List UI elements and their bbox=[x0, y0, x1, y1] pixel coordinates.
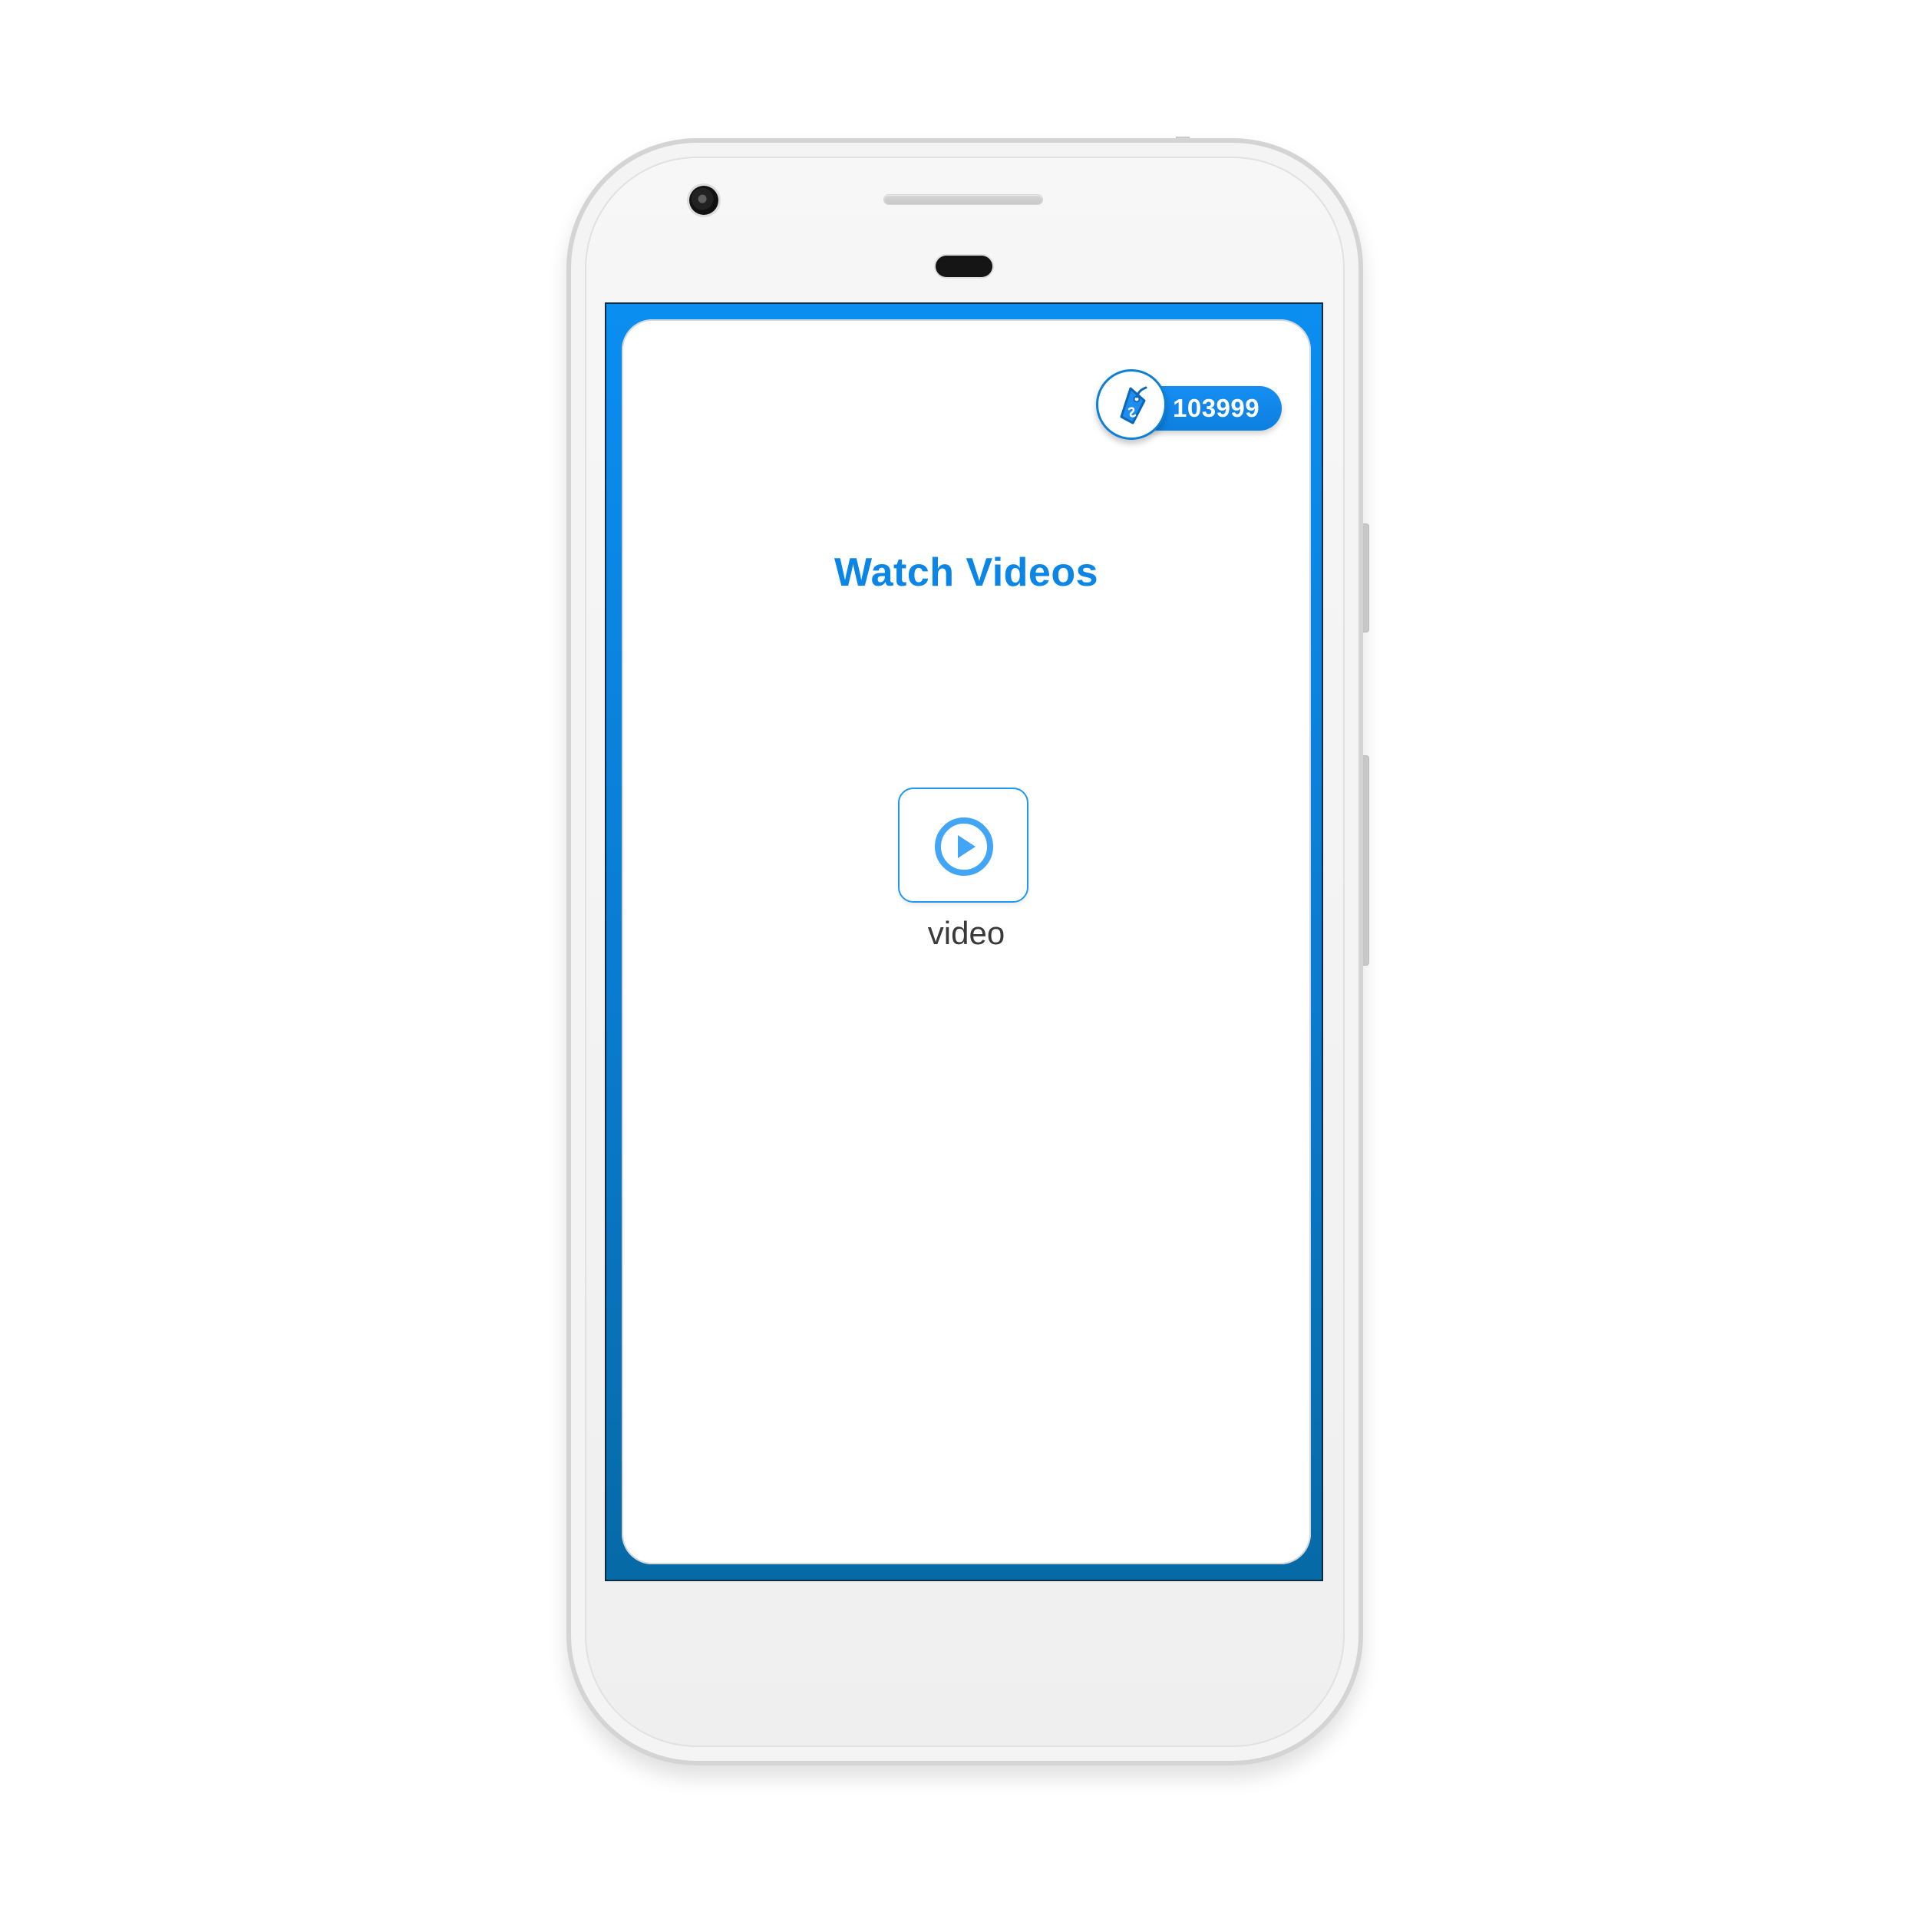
page: 103999 Watch Videos video bbox=[0, 0, 1928, 1932]
app-screen: 103999 Watch Videos video bbox=[622, 319, 1311, 1564]
page-title: Watch Videos bbox=[834, 550, 1099, 595]
coin-icon-circle bbox=[1096, 369, 1167, 440]
video-tile-label: video bbox=[927, 915, 1005, 951]
coin-balance-value: 103999 bbox=[1173, 394, 1260, 422]
play-circle-icon bbox=[935, 817, 993, 876]
proximity-sensor bbox=[936, 256, 992, 277]
phone-chin bbox=[605, 1581, 1323, 1678]
tag-icon bbox=[1120, 386, 1147, 424]
video-tile[interactable] bbox=[898, 788, 1028, 903]
coin-balance-badge[interactable]: 103999 bbox=[1096, 369, 1289, 446]
earpiece-speaker bbox=[884, 195, 1042, 204]
front-camera bbox=[689, 186, 718, 215]
